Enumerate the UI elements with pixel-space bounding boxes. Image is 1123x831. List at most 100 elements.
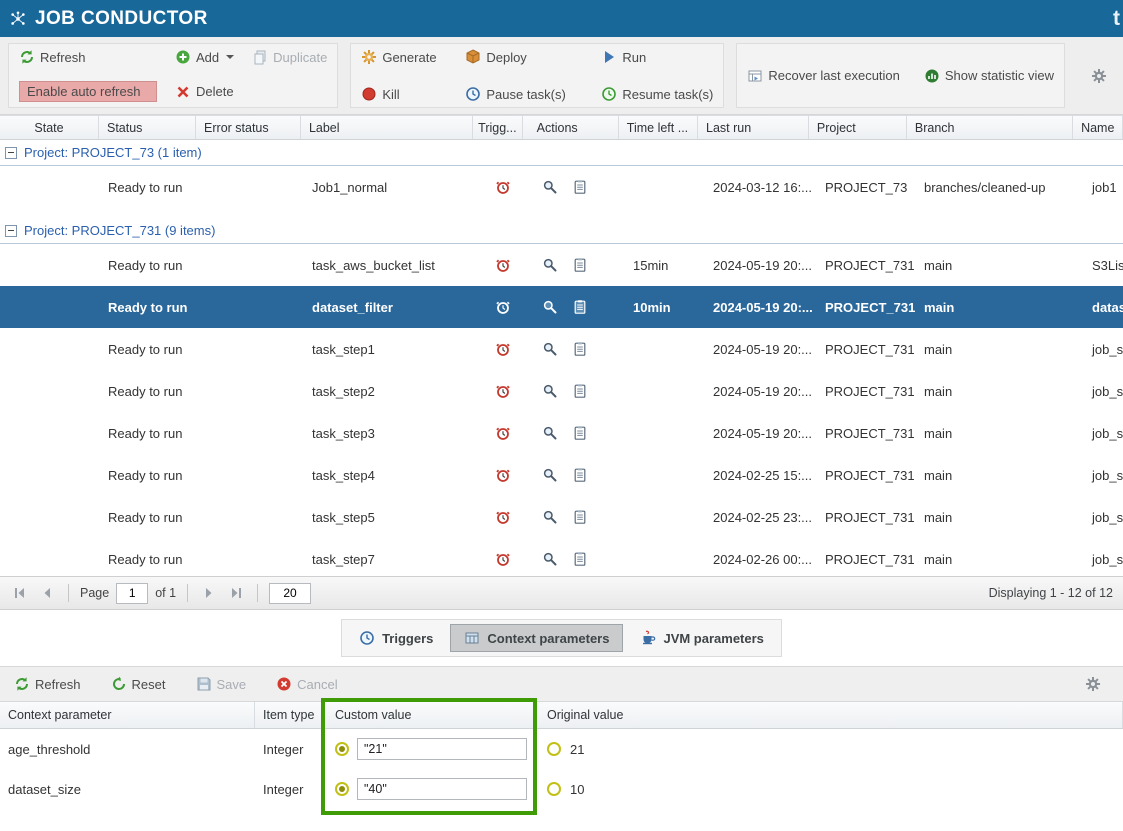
search-icon[interactable] xyxy=(542,551,558,567)
deploy-box-icon xyxy=(465,49,481,65)
logs-clipboard-icon[interactable] xyxy=(572,383,588,399)
last-page-button[interactable] xyxy=(226,583,246,603)
job-row[interactable]: Ready to runtask_step72024-02-26 00:...P… xyxy=(0,538,1123,576)
job-row[interactable]: Ready to runtask_step22024-05-19 20:...P… xyxy=(0,370,1123,412)
search-icon[interactable] xyxy=(542,257,558,273)
cell-name: job_s xyxy=(1084,426,1123,441)
column-header-original-value[interactable]: Original value xyxy=(537,702,1123,728)
page-input[interactable] xyxy=(116,583,148,604)
logs-clipboard-icon[interactable] xyxy=(572,179,588,195)
job-row[interactable]: Ready to runtask_aws_bucket_list15min202… xyxy=(0,244,1123,286)
job-row[interactable]: Ready to runtask_step12024-05-19 20:...P… xyxy=(0,328,1123,370)
group-header[interactable]: Project: PROJECT_731 (9 items) xyxy=(0,218,1123,244)
resume-tasks-button[interactable]: Resume task(s) xyxy=(601,86,713,102)
tab-context-parameters-label: Context parameters xyxy=(487,631,609,646)
settings-gear-icon[interactable] xyxy=(1091,68,1107,84)
search-icon[interactable] xyxy=(542,383,558,399)
column-header-error-status[interactable]: Error status xyxy=(196,116,301,139)
original-value-radio[interactable] xyxy=(547,782,561,796)
generate-button[interactable]: Generate xyxy=(361,49,447,65)
logs-clipboard-icon[interactable] xyxy=(572,551,588,567)
cell-status: Ready to run xyxy=(100,258,198,273)
params-settings-gear-icon[interactable] xyxy=(1085,676,1101,692)
logs-clipboard-icon[interactable] xyxy=(572,467,588,483)
original-value: 21 xyxy=(570,742,584,757)
column-header-actions[interactable]: Actions xyxy=(523,116,619,139)
cell-branch: main xyxy=(916,384,1084,399)
custom-value-radio[interactable] xyxy=(335,742,349,756)
column-header-status[interactable]: Status xyxy=(99,116,196,139)
column-header-item-type[interactable]: Item type xyxy=(255,702,325,728)
column-header-last-run[interactable]: Last run xyxy=(698,116,809,139)
job-row[interactable]: Ready to runtask_step52024-02-25 23:...P… xyxy=(0,496,1123,538)
cell-actions xyxy=(528,341,625,357)
deploy-button[interactable]: Deploy xyxy=(465,49,583,65)
kill-button[interactable]: Kill xyxy=(361,86,447,102)
cell-last-run: 2024-05-19 20:... xyxy=(705,426,817,441)
alarm-clock-icon xyxy=(495,257,511,273)
show-statistic-view-button[interactable]: Show statistic view xyxy=(924,68,1054,84)
params-cancel-button[interactable]: Cancel xyxy=(276,676,337,692)
project-group: Project: PROJECT_73 (1 item)Ready to run… xyxy=(0,140,1123,208)
custom-value-input[interactable] xyxy=(357,778,527,800)
group-header[interactable]: Project: PROJECT_73 (1 item) xyxy=(0,140,1123,166)
column-header-branch[interactable]: Branch xyxy=(907,116,1073,139)
search-icon[interactable] xyxy=(542,425,558,441)
search-icon[interactable] xyxy=(542,509,558,525)
cell-label: task_step3 xyxy=(304,426,478,441)
column-header-project[interactable]: Project xyxy=(809,116,907,139)
column-header-name[interactable]: Name xyxy=(1073,116,1123,139)
next-page-button[interactable] xyxy=(199,583,219,603)
params-cancel-label: Cancel xyxy=(297,677,337,692)
first-page-button[interactable] xyxy=(10,583,30,603)
column-header-custom-value[interactable]: Custom value xyxy=(325,702,537,728)
param-row[interactable]: age_thresholdInteger21 xyxy=(0,729,1123,769)
custom-value-radio[interactable] xyxy=(335,782,349,796)
column-header-label[interactable]: Label xyxy=(301,116,473,139)
column-header-state[interactable]: State xyxy=(0,116,99,139)
job-row[interactable]: Ready to rundataset_filter10min2024-05-1… xyxy=(0,286,1123,328)
enable-auto-refresh-button[interactable]: Enable auto refresh xyxy=(19,81,157,102)
original-value-radio[interactable] xyxy=(547,742,561,756)
cell-name: job_s xyxy=(1084,468,1123,483)
pager-separator xyxy=(187,584,188,602)
cell-last-run: 2024-02-25 23:... xyxy=(705,510,817,525)
logs-clipboard-icon[interactable] xyxy=(572,509,588,525)
refresh-button[interactable]: Refresh xyxy=(19,49,157,65)
column-header-context-parameter[interactable]: Context parameter xyxy=(0,702,255,728)
tab-context-parameters[interactable]: Context parameters xyxy=(450,624,623,652)
pause-tasks-button[interactable]: Pause task(s) xyxy=(465,86,583,102)
custom-value-input[interactable] xyxy=(357,738,527,760)
add-button[interactable]: Add xyxy=(175,49,234,65)
params-reset-button[interactable]: Reset xyxy=(111,676,166,692)
tab-jvm-parameters[interactable]: JVM parameters xyxy=(627,624,776,652)
job-row[interactable]: Ready to runtask_step42024-02-25 15:...P… xyxy=(0,454,1123,496)
recover-last-execution-button[interactable]: Recover last execution xyxy=(747,68,900,84)
search-icon[interactable] xyxy=(542,299,558,315)
params-save-button[interactable]: Save xyxy=(196,676,247,692)
job-row[interactable]: Ready to runJob1_normal2024-03-12 16:...… xyxy=(0,166,1123,208)
pause-tasks-label: Pause task(s) xyxy=(486,87,565,102)
logs-clipboard-icon[interactable] xyxy=(572,299,588,315)
search-icon[interactable] xyxy=(542,467,558,483)
collapse-icon[interactable] xyxy=(5,147,17,159)
duplicate-button[interactable]: Duplicate xyxy=(252,49,327,65)
collapse-icon[interactable] xyxy=(5,225,17,237)
params-refresh-button[interactable]: Refresh xyxy=(14,676,81,692)
column-header-time-left[interactable]: Time left ... xyxy=(619,116,698,139)
cell-time-left: 15min xyxy=(625,258,705,273)
logs-clipboard-icon[interactable] xyxy=(572,257,588,273)
previous-page-button[interactable] xyxy=(37,583,57,603)
logs-clipboard-icon[interactable] xyxy=(572,425,588,441)
column-header-triggers[interactable]: Trigg... xyxy=(473,116,523,139)
toolbar-group-execution: Generate Deploy Run Kill Pause xyxy=(350,43,724,108)
run-button[interactable]: Run xyxy=(601,49,646,65)
search-icon[interactable] xyxy=(542,341,558,357)
tab-triggers[interactable]: Triggers xyxy=(346,624,446,652)
param-row[interactable]: dataset_sizeInteger10 xyxy=(0,769,1123,809)
job-row[interactable]: Ready to runtask_step32024-05-19 20:...P… xyxy=(0,412,1123,454)
search-icon[interactable] xyxy=(542,179,558,195)
page-size-input[interactable] xyxy=(269,583,311,604)
delete-button[interactable]: Delete xyxy=(175,84,234,100)
logs-clipboard-icon[interactable] xyxy=(572,341,588,357)
